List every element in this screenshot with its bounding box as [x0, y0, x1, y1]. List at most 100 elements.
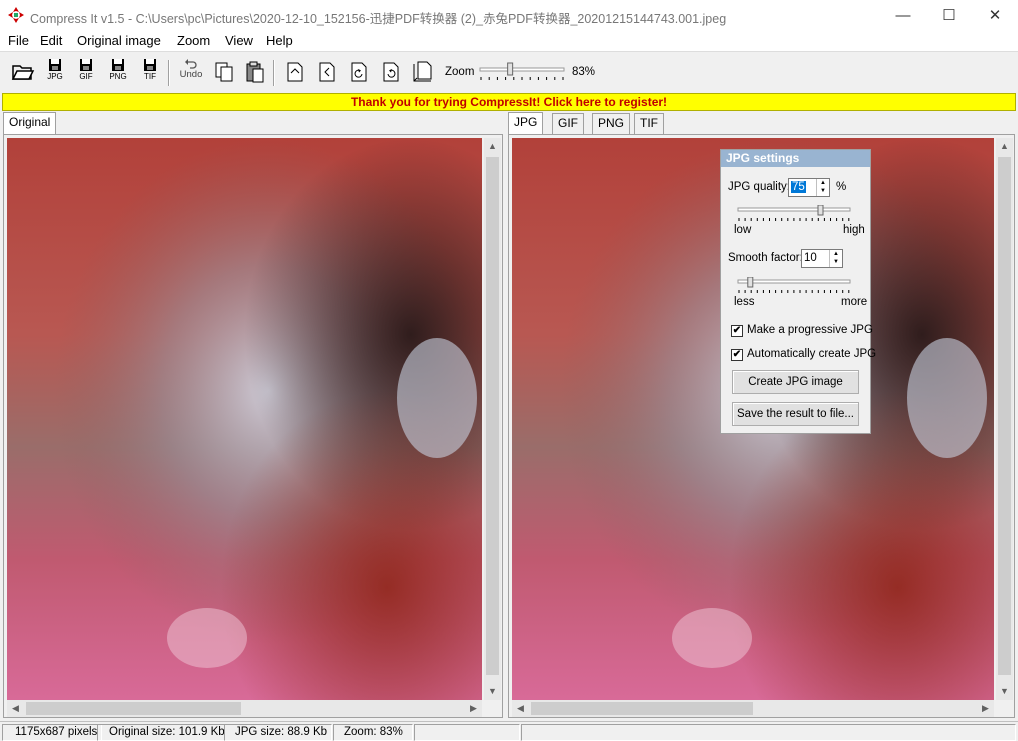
scroll-thumb[interactable]	[26, 702, 241, 715]
menu-file[interactable]: File	[8, 33, 29, 48]
copy-button[interactable]	[210, 61, 238, 91]
toolbar-separator	[168, 60, 170, 86]
percent-sign: %	[836, 181, 847, 193]
tab-original[interactable]: Original	[3, 112, 57, 134]
progressive-jpg-checkbox[interactable]: ✔	[731, 325, 743, 337]
scroll-thumb[interactable]	[998, 157, 1011, 675]
rotate-right-button[interactable]	[377, 61, 405, 91]
save-tif-button[interactable]: TIF	[136, 58, 164, 88]
scroll-up-arrow[interactable]: ▲	[996, 138, 1013, 155]
register-banner[interactable]: Thank you for trying CompressIt! Click h…	[2, 93, 1016, 111]
rotate-left-icon	[351, 62, 367, 82]
resize-icon	[413, 61, 432, 82]
smooth-factor-label: Smooth factor:	[728, 252, 803, 264]
auto-create-jpg-label[interactable]: Automatically create JPG	[747, 348, 876, 360]
rotate-right-icon	[383, 62, 399, 82]
scroll-down-arrow[interactable]: ▼	[996, 683, 1013, 700]
save-jpg-button[interactable]: JPG	[41, 58, 69, 88]
spin-up-icon[interactable]: ▲	[817, 179, 829, 187]
maximize-button[interactable]: ☐	[926, 0, 972, 31]
app-icon	[8, 7, 24, 23]
close-button[interactable]: ✕	[972, 0, 1018, 31]
jpg-quality-value[interactable]: 75	[791, 181, 806, 193]
spin-down-icon[interactable]: ▼	[817, 187, 829, 195]
jpg-settings-panel: JPG settings JPG quality: 75 ▲ ▼ % low hi…	[720, 149, 876, 434]
spin-down-icon[interactable]: ▼	[830, 258, 842, 266]
jpg-settings-title: JPG settings	[721, 150, 870, 167]
preview-horizontal-scrollbar[interactable]: ◀ ▶	[512, 700, 994, 717]
scroll-down-arrow[interactable]: ▼	[484, 683, 501, 700]
title-bar: Compress It v1.5 - C:\Users\pc\Pictures\…	[0, 0, 1018, 31]
floppy-icon	[144, 59, 156, 71]
smooth-factor-spinner[interactable]: 10 ▲ ▼	[801, 249, 843, 268]
menu-help[interactable]: Help	[266, 33, 293, 48]
minimize-button[interactable]: —	[880, 0, 926, 31]
status-original-size: Original size: 101.9 Kb	[97, 724, 225, 741]
status-empty-2	[521, 724, 1016, 741]
menu-view[interactable]: View	[225, 33, 253, 48]
flip-horizontal-button[interactable]	[281, 61, 309, 91]
toolbar: JPG GIF PNG TIF Undo Zoom 83%	[0, 51, 1018, 91]
status-jpg-size: JPG size: 88.9 Kb	[224, 724, 332, 741]
resize-button[interactable]	[409, 61, 437, 91]
zoom-slider[interactable]	[478, 62, 566, 84]
progressive-jpg-label[interactable]: Make a progressive JPG	[747, 324, 873, 336]
scroll-thumb[interactable]	[486, 157, 499, 675]
checkmark-icon: ✔	[732, 325, 742, 336]
original-vertical-scrollbar[interactable]: ▲ ▼	[484, 138, 501, 700]
save-result-button[interactable]: Save the result to file...	[732, 402, 859, 426]
status-bar: 1175x687 pixels Original size: 101.9 Kb …	[0, 721, 1018, 741]
spin-up-icon[interactable]: ▲	[830, 250, 842, 258]
status-empty-1	[414, 724, 520, 741]
tab-png[interactable]: PNG	[592, 113, 631, 134]
menu-original-image[interactable]: Original image	[77, 33, 161, 48]
rotate-left-button[interactable]	[345, 61, 373, 91]
left-tabstrip: Original	[3, 112, 498, 134]
jpg-label: JPG	[47, 72, 63, 81]
menu-edit[interactable]: Edit	[40, 33, 62, 48]
high-label: high	[843, 224, 865, 236]
undo-button[interactable]: Undo	[176, 58, 206, 88]
more-label: more	[841, 296, 868, 308]
copy-icon	[215, 62, 233, 82]
less-label: less	[734, 296, 755, 308]
low-label: low	[734, 224, 752, 236]
abstract-image	[7, 138, 482, 700]
original-pane: ▲ ▼ ◀ ▶	[3, 134, 503, 718]
flip-vertical-button[interactable]	[313, 61, 341, 91]
tab-jpg[interactable]: JPG	[508, 112, 544, 134]
status-dimensions: 1175x687 pixels	[2, 724, 102, 741]
open-folder-button[interactable]	[9, 61, 37, 91]
create-jpg-button[interactable]: Create JPG image	[732, 370, 859, 394]
scroll-up-arrow[interactable]: ▲	[484, 138, 501, 155]
scroll-right-arrow[interactable]: ▶	[465, 700, 482, 717]
jpg-quality-slider[interactable]	[736, 205, 852, 229]
original-image[interactable]	[7, 138, 482, 700]
scroll-thumb[interactable]	[531, 702, 753, 715]
paste-button[interactable]	[241, 61, 269, 91]
toolbar-separator	[273, 60, 275, 86]
jpg-quality-label: JPG quality:	[728, 181, 790, 193]
undo-label: Undo	[179, 69, 203, 80]
scroll-right-arrow[interactable]: ▶	[977, 700, 994, 717]
zoom-label: Zoom	[445, 66, 475, 78]
jpg-quality-spinner[interactable]: 75 ▲ ▼	[788, 178, 830, 197]
png-label: PNG	[109, 72, 127, 81]
save-gif-button[interactable]: GIF	[72, 58, 100, 88]
open-folder-icon	[11, 65, 35, 80]
preview-vertical-scrollbar[interactable]: ▲ ▼	[996, 138, 1013, 700]
menu-zoom[interactable]: Zoom	[177, 33, 210, 48]
flip-horizontal-icon	[287, 62, 303, 82]
save-png-button[interactable]: PNG	[104, 58, 132, 88]
tif-label: TIF	[144, 72, 156, 81]
gif-label: GIF	[79, 72, 93, 81]
zoom-value: 83%	[572, 66, 596, 78]
tab-tif[interactable]: TIF	[634, 113, 664, 134]
smooth-factor-value[interactable]: 10	[804, 252, 817, 264]
scroll-left-arrow[interactable]: ◀	[512, 700, 529, 717]
original-horizontal-scrollbar[interactable]: ◀ ▶	[7, 700, 482, 717]
tab-gif[interactable]: GIF	[552, 113, 584, 134]
menu-bar: File Edit Original image Zoom View Help	[0, 31, 1018, 51]
auto-create-jpg-checkbox[interactable]: ✔	[731, 349, 743, 361]
scroll-left-arrow[interactable]: ◀	[7, 700, 24, 717]
